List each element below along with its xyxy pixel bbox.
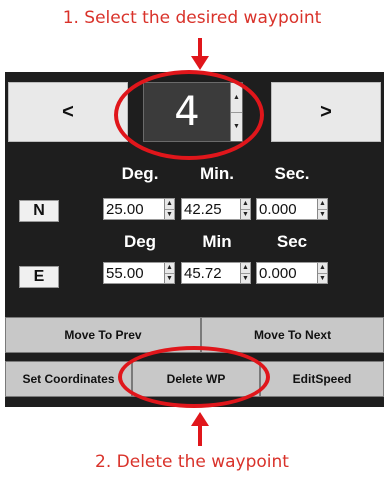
longitude-degrees-field[interactable]: 55.00 ▲ ▼ (103, 262, 175, 284)
latitude-minutes-value[interactable]: 42.25 (184, 199, 222, 219)
spin-down-icon[interactable]: ▼ (318, 210, 327, 220)
lat-min-header: Min. (200, 164, 234, 183)
longitude-seconds-spinner[interactable]: ▲ ▼ (317, 263, 327, 283)
latitude-seconds-field[interactable]: 0.000 ▲ ▼ (256, 198, 328, 220)
latitude-minutes-field[interactable]: 42.25 ▲ ▼ (181, 198, 251, 220)
waypoint-number[interactable]: 4 (144, 83, 230, 141)
lat-deg-header: Deg. (121, 164, 159, 183)
longitude-minutes-field[interactable]: 45.72 ▲ ▼ (181, 262, 251, 284)
longitude-seconds-field[interactable]: 0.000 ▲ ▼ (256, 262, 328, 284)
previous-label: < (62, 100, 74, 123)
spin-down-icon[interactable]: ▼ (165, 210, 174, 220)
latitude-degrees-spinner[interactable]: ▲ ▼ (164, 199, 174, 219)
spin-up-icon[interactable]: ▲ (318, 199, 327, 210)
lon-sec-header: Sec (276, 232, 308, 251)
lon-min-header: Min (202, 232, 232, 251)
latitude-direction-label: N (19, 200, 59, 222)
waypoint-selector[interactable]: 4 ▲ ▼ (143, 82, 243, 142)
move-to-next-button[interactable]: Move To Next (201, 317, 384, 353)
spin-down-icon[interactable]: ▼ (318, 274, 327, 284)
instruction-caption-select: 1. Select the desired waypoint (62, 8, 322, 28)
delete-waypoint-button[interactable]: Delete WP (132, 361, 260, 397)
instruction-caption-delete: 2. Delete the waypoint (95, 452, 289, 472)
spin-down-icon[interactable]: ▼ (241, 210, 250, 220)
spin-up-icon[interactable]: ▲ (165, 199, 174, 210)
next-waypoint-button[interactable]: > (271, 82, 381, 142)
latitude-seconds-value[interactable]: 0.000 (259, 199, 297, 219)
spin-down-icon[interactable]: ▼ (231, 113, 242, 142)
annotation-arrow-up (198, 424, 202, 446)
spin-down-icon[interactable]: ▼ (165, 274, 174, 284)
latitude-seconds-spinner[interactable]: ▲ ▼ (317, 199, 327, 219)
spin-up-icon[interactable]: ▲ (231, 83, 242, 113)
previous-waypoint-button[interactable]: < (8, 82, 128, 142)
latitude-degrees-field[interactable]: 25.00 ▲ ▼ (103, 198, 175, 220)
latitude-degrees-value[interactable]: 25.00 (106, 199, 144, 219)
set-coordinates-button[interactable]: Set Coordinates (5, 361, 132, 397)
waypoint-spinner[interactable]: ▲ ▼ (230, 83, 242, 141)
longitude-seconds-value[interactable]: 0.000 (259, 263, 297, 283)
spin-down-icon[interactable]: ▼ (241, 274, 250, 284)
annotation-arrowhead-down-icon (191, 56, 209, 70)
spin-up-icon[interactable]: ▲ (241, 199, 250, 210)
lat-sec-header: Sec. (274, 164, 310, 183)
spin-up-icon[interactable]: ▲ (241, 263, 250, 274)
longitude-minutes-value[interactable]: 45.72 (184, 263, 222, 283)
spin-up-icon[interactable]: ▲ (165, 263, 174, 274)
move-to-prev-button[interactable]: Move To Prev (5, 317, 201, 353)
longitude-minutes-spinner[interactable]: ▲ ▼ (240, 263, 250, 283)
edit-speed-button[interactable]: EditSpeed (260, 361, 384, 397)
lon-deg-header: Deg (123, 232, 157, 251)
longitude-degrees-spinner[interactable]: ▲ ▼ (164, 263, 174, 283)
spin-up-icon[interactable]: ▲ (318, 263, 327, 274)
longitude-direction-label: E (19, 266, 59, 288)
latitude-minutes-spinner[interactable]: ▲ ▼ (240, 199, 250, 219)
next-label: > (320, 100, 332, 123)
longitude-degrees-value[interactable]: 55.00 (106, 263, 144, 283)
waypoint-panel: < 4 ▲ ▼ > Deg. Min. Sec. N 25.00 ▲ ▼ 42.2… (5, 72, 384, 407)
